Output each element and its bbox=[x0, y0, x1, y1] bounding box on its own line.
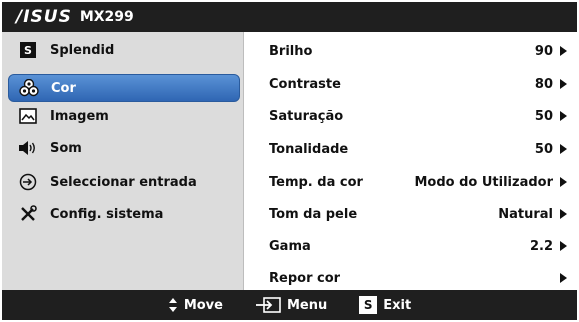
arrow-right-icon bbox=[560, 111, 567, 121]
sidebar-item-cor[interactable]: Cor bbox=[8, 74, 240, 102]
setting-row-repor-cor[interactable]: Repor cor bbox=[245, 263, 577, 293]
setting-value: 80 bbox=[534, 76, 553, 92]
arrow-right-icon bbox=[560, 46, 567, 56]
setting-label: Temp. da cor bbox=[269, 174, 363, 190]
enter-key-icon bbox=[255, 297, 281, 313]
sidebar-item-splendid[interactable]: S Splendid bbox=[2, 36, 244, 64]
sidebar-item-seleccionar-entrada[interactable]: Seleccionar entrada bbox=[2, 168, 244, 196]
arrow-right-icon bbox=[560, 177, 567, 187]
setting-value: Modo do Utilizador bbox=[414, 174, 553, 190]
sidebar-item-label: Som bbox=[50, 140, 82, 156]
setting-row-saturacao[interactable]: Saturação 50 bbox=[245, 101, 577, 131]
footer-move-label: Move bbox=[183, 297, 223, 313]
setting-value: 50 bbox=[534, 141, 553, 157]
setting-label: Tom da pele bbox=[269, 206, 358, 222]
setting-row-temp-cor[interactable]: Temp. da cor Modo do Utilizador bbox=[245, 167, 577, 197]
setting-label: Repor cor bbox=[269, 270, 341, 286]
tools-icon bbox=[18, 205, 38, 223]
footer-menu-label: Menu bbox=[286, 297, 328, 313]
arrow-right-icon bbox=[560, 273, 567, 283]
footer-exit: S Exit bbox=[359, 296, 411, 314]
footer-move: Move bbox=[168, 297, 223, 313]
settings-panel: Brilho 90 Contraste 80 Saturação 50 Tona… bbox=[245, 32, 577, 290]
sidebar-item-som[interactable]: Som bbox=[2, 134, 244, 162]
arrow-right-icon bbox=[560, 241, 567, 251]
splendid-s-icon: S bbox=[18, 41, 38, 59]
arrow-right-icon bbox=[560, 144, 567, 154]
sidebar-item-label: Cor bbox=[51, 80, 76, 96]
sidebar-item-label: Splendid bbox=[50, 42, 115, 58]
setting-row-gama[interactable]: Gama 2.2 bbox=[245, 231, 577, 261]
footer-exit-label: Exit bbox=[383, 297, 412, 313]
speaker-icon bbox=[18, 139, 38, 157]
sidebar-item-label: Imagem bbox=[50, 108, 109, 124]
setting-value: 50 bbox=[534, 108, 553, 124]
up-down-arrows-icon bbox=[168, 297, 178, 313]
osd-window: /ISUS MX299 S Splendid Cor Imagem Som Se… bbox=[0, 0, 579, 322]
setting-row-brilho[interactable]: Brilho 90 bbox=[245, 36, 577, 66]
sidebar: S Splendid Cor Imagem Som Seleccionar en… bbox=[2, 32, 244, 290]
setting-value: 90 bbox=[534, 43, 553, 59]
setting-value: 2.2 bbox=[529, 238, 553, 254]
model-name: MX299 bbox=[79, 9, 134, 25]
setting-value: Natural bbox=[498, 206, 553, 222]
sidebar-item-config-sistema[interactable]: Config. sistema bbox=[2, 200, 244, 228]
sidebar-item-label: Seleccionar entrada bbox=[50, 174, 197, 190]
input-select-icon bbox=[18, 173, 38, 191]
setting-label: Gama bbox=[269, 238, 311, 254]
footer-bar: Move Menu S Exit bbox=[2, 290, 577, 320]
color-palette-icon bbox=[19, 79, 39, 97]
setting-label: Brilho bbox=[269, 43, 313, 59]
setting-label: Saturação bbox=[269, 108, 344, 124]
arrow-right-icon bbox=[560, 79, 567, 89]
image-icon bbox=[18, 107, 38, 125]
s-key-icon: S bbox=[359, 296, 378, 314]
sidebar-item-imagem[interactable]: Imagem bbox=[2, 102, 244, 130]
arrow-right-icon bbox=[560, 209, 567, 219]
setting-label: Tonalidade bbox=[269, 141, 349, 157]
footer-menu: Menu bbox=[255, 297, 327, 313]
header-bar: /ISUS MX299 bbox=[2, 2, 577, 32]
setting-label: Contraste bbox=[269, 76, 341, 92]
brand-logo: /ISUS bbox=[16, 7, 72, 27]
setting-row-tonalidade[interactable]: Tonalidade 50 bbox=[245, 134, 577, 164]
sidebar-item-label: Config. sistema bbox=[50, 206, 164, 222]
setting-row-tom-pele[interactable]: Tom da pele Natural bbox=[245, 199, 577, 229]
setting-row-contraste[interactable]: Contraste 80 bbox=[245, 69, 577, 99]
